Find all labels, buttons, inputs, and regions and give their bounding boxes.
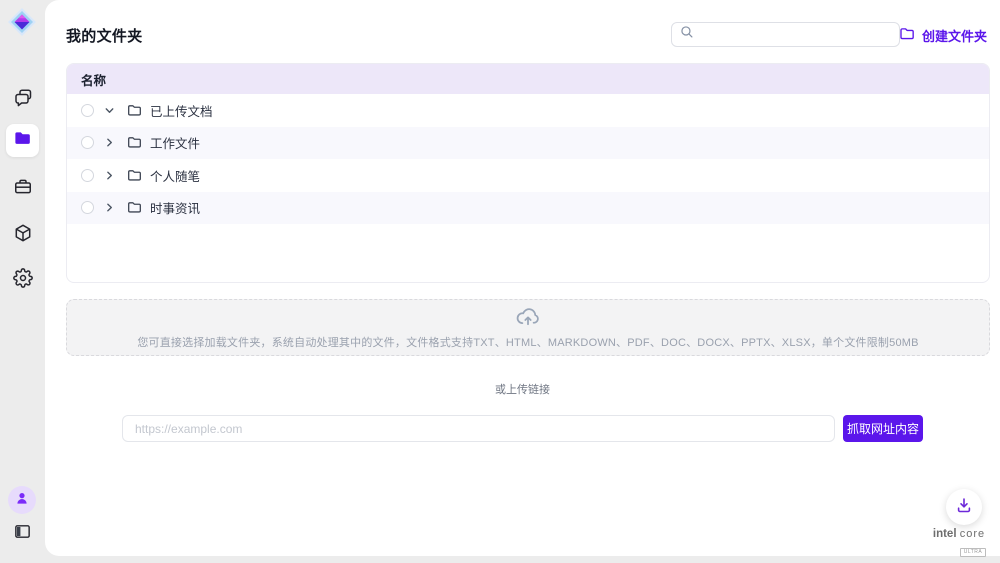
chevron-right-icon[interactable] [102, 136, 116, 150]
folder-name: 工作文件 [150, 133, 200, 152]
link-upload-row: 抓取网址内容 [45, 415, 1000, 442]
briefcase-icon [13, 177, 33, 197]
upload-hint-text: 您可直接选择加载文件夹，系统自动处理其中的文件，文件格式支持TXT、HTML、M… [137, 334, 918, 350]
fetch-url-button[interactable]: 抓取网址内容 [843, 415, 923, 442]
sidebar-item-models[interactable] [12, 222, 33, 243]
upload-dropzone[interactable]: 您可直接选择加载文件夹，系统自动处理其中的文件，文件格式支持TXT、HTML、M… [66, 299, 990, 356]
folder-name: 已上传文档 [150, 101, 213, 120]
intel-wordmark: intel [933, 528, 957, 540]
chevron-right-icon[interactable] [102, 168, 116, 182]
page-title: 我的文件夹 [66, 25, 143, 46]
sidebar-item-settings[interactable] [12, 267, 33, 288]
search-input[interactable] [700, 23, 899, 46]
gear-icon [13, 268, 33, 288]
folder-icon [13, 129, 32, 153]
table-row[interactable]: 工作文件 [67, 127, 989, 160]
intel-core-logo: intel core ultra [928, 529, 990, 557]
cube-icon [13, 223, 33, 243]
table-header-name: 名称 [67, 64, 989, 94]
folder-plus-icon [899, 26, 915, 45]
user-icon [14, 490, 30, 511]
search-box [671, 22, 900, 47]
upload-link-divider-label: 或上传链接 [45, 381, 1000, 397]
cloud-upload-icon [514, 305, 542, 331]
folder-icon [127, 135, 142, 150]
core-wordmark: core [960, 528, 985, 540]
search-icon [680, 25, 694, 44]
folder-table: 名称 已上传文档 工作文件 [66, 63, 990, 283]
download-icon [955, 496, 973, 519]
create-folder-button[interactable]: 创建文件夹 [899, 26, 987, 45]
row-checkbox[interactable] [81, 104, 94, 117]
folder-icon [127, 168, 142, 183]
sidebar-item-toggle-panel[interactable] [12, 521, 33, 542]
create-folder-label: 创建文件夹 [922, 26, 987, 45]
sidebar-item-chat[interactable] [12, 86, 33, 107]
folder-icon [127, 103, 142, 118]
panel-icon [13, 522, 32, 541]
folder-name: 个人随笔 [150, 166, 200, 185]
row-checkbox[interactable] [81, 136, 94, 149]
download-fab-button[interactable] [946, 489, 982, 525]
main-panel: 我的文件夹 创建文件夹 名称 已上传文档 [45, 0, 1000, 556]
folder-icon [127, 200, 142, 215]
table-row[interactable]: 时事资讯 [67, 192, 989, 225]
row-checkbox[interactable] [81, 169, 94, 182]
sidebar [0, 0, 45, 563]
sidebar-item-toolbox[interactable] [12, 176, 33, 197]
url-input[interactable] [122, 415, 835, 442]
table-row[interactable]: 个人随笔 [67, 159, 989, 192]
app-logo-gem-icon[interactable] [6, 6, 38, 38]
sidebar-item-folders[interactable] [6, 124, 39, 157]
folder-name: 时事资讯 [150, 198, 200, 217]
chevron-right-icon[interactable] [102, 201, 116, 215]
intel-ultra-badge: ultra [960, 548, 987, 557]
chat-icon [13, 87, 33, 107]
chevron-down-icon[interactable] [102, 103, 116, 117]
row-checkbox[interactable] [81, 201, 94, 214]
sidebar-item-account[interactable] [8, 486, 36, 514]
table-row[interactable]: 已上传文档 [67, 94, 989, 127]
